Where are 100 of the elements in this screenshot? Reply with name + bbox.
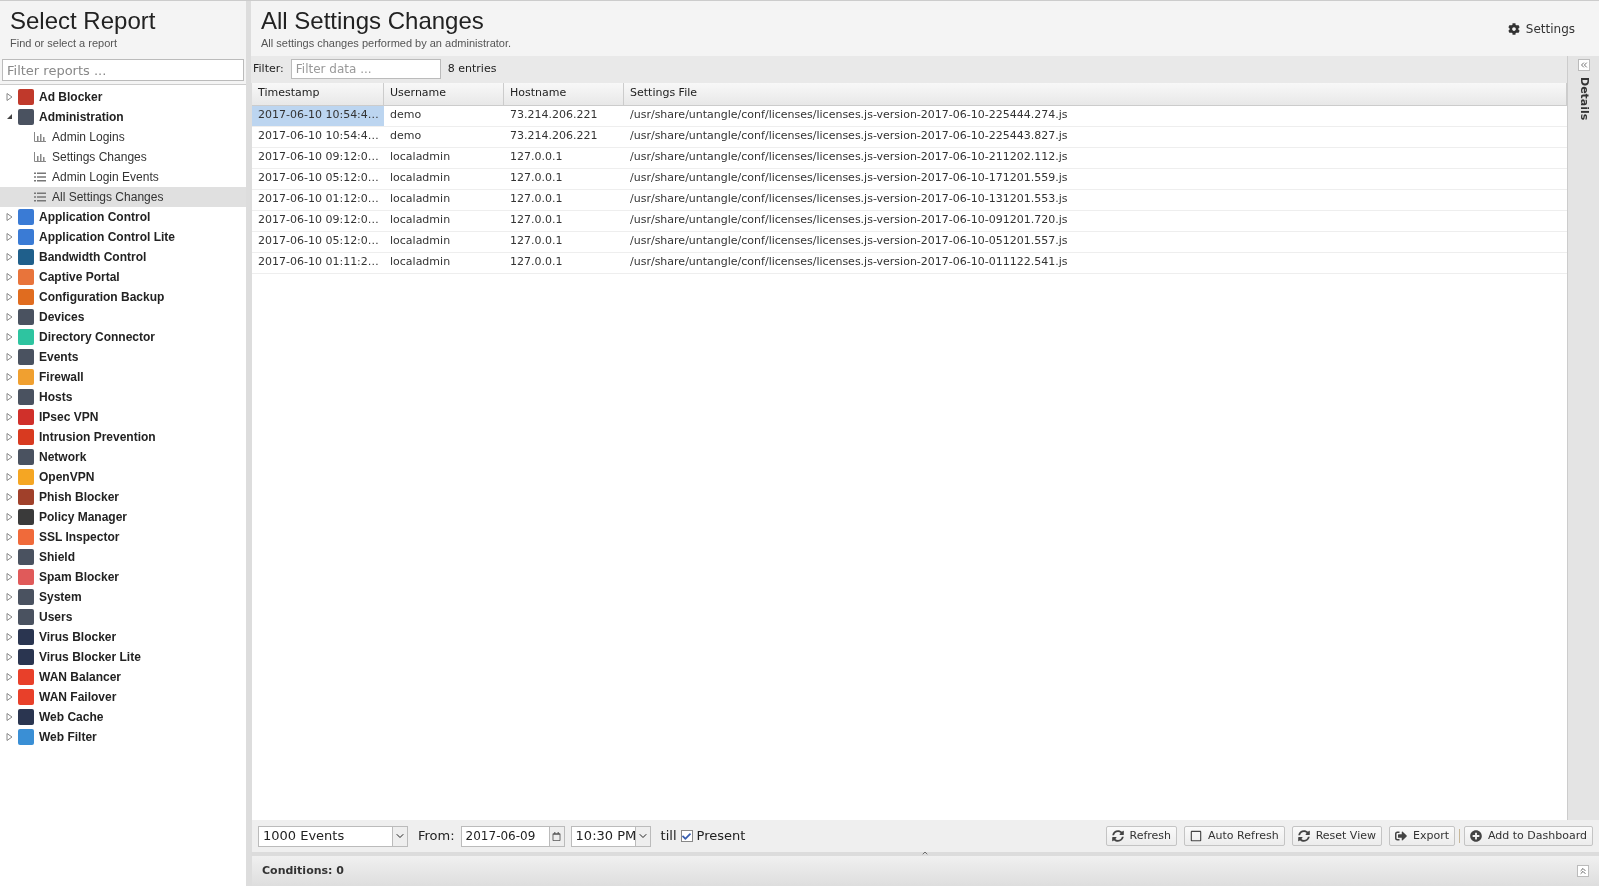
expand-triangle-icon[interactable]: [6, 632, 13, 641]
report-category-item[interactable]: Virus Blocker Lite: [0, 646, 246, 667]
category-label: Directory Connector: [39, 328, 156, 346]
table-cell-text: 127.0.0.1: [509, 170, 564, 187]
report-category-item[interactable]: Spam Blocker: [0, 566, 246, 587]
settings-button[interactable]: Settings: [1507, 20, 1575, 38]
check-icon: [682, 831, 692, 841]
toolbar-button[interactable]: Export: [1388, 826, 1455, 846]
expand-triangle-icon[interactable]: [6, 512, 13, 521]
expand-triangle-icon[interactable]: [6, 272, 13, 281]
expand-triangle-icon[interactable]: [6, 592, 13, 601]
expand-triangle-icon[interactable]: [6, 692, 13, 701]
report-category-item[interactable]: Policy Manager: [0, 506, 246, 527]
expand-triangle-icon[interactable]: [6, 232, 13, 241]
date-field[interactable]: 2017-06-09: [460, 825, 565, 847]
report-filter-field[interactable]: Filter reports ...: [2, 59, 244, 81]
sidebar-title: Select Report: [10, 7, 157, 35]
expand-triangle-icon[interactable]: [6, 652, 13, 661]
splitter-handle-icon[interactable]: [920, 849, 930, 857]
expand-triangle-icon[interactable]: [6, 532, 13, 541]
toolbar-button[interactable]: Reset View: [1291, 826, 1382, 846]
calendar-icon: [552, 831, 562, 841]
expand-triangle-icon[interactable]: [6, 552, 13, 561]
report-category-item[interactable]: Captive Portal: [0, 266, 246, 287]
report-category-item[interactable]: WAN Failover: [0, 686, 246, 707]
table-cell-text: 127.0.0.1: [509, 191, 564, 208]
category-label: Network: [39, 448, 87, 466]
report-category-item[interactable]: Firewall: [0, 366, 246, 387]
report-category-item[interactable]: Ad Blocker: [0, 86, 246, 107]
report-category-item[interactable]: Shield: [0, 546, 246, 567]
expand-triangle-icon[interactable]: [6, 292, 13, 301]
expand-triangle-icon[interactable]: [6, 392, 13, 401]
expand-triangle-icon[interactable]: [6, 572, 13, 581]
column-header[interactable]: Username: [384, 82, 504, 105]
report-category-item[interactable]: Users: [0, 606, 246, 627]
expand-triangle-icon[interactable]: [6, 312, 13, 321]
table-cell-text: 2017-06-10 05:12:0…: [257, 233, 380, 250]
expand-triangle-icon[interactable]: [6, 612, 13, 621]
expand-triangle-icon[interactable]: [6, 92, 13, 101]
report-category-item[interactable]: System: [0, 586, 246, 607]
table-cell-text: /usr/share/untangle/conf/licenses/licenses.js-version-2017-06-10-225443.827.js: [629, 128, 1069, 145]
present-checkbox[interactable]: [680, 830, 693, 842]
report-category-item[interactable]: Devices: [0, 306, 246, 327]
expand-icon[interactable]: [1577, 58, 1590, 71]
report-category-item[interactable]: OpenVPN: [0, 466, 246, 487]
report-category-item[interactable]: Network: [0, 446, 246, 467]
toolbar-button[interactable]: Refresh: [1105, 826, 1178, 846]
details-label: Details: [1576, 76, 1592, 120]
report-category-item[interactable]: Intrusion Prevention: [0, 426, 246, 447]
data-filter-field[interactable]: Filter data ...: [290, 59, 441, 79]
report-category-item[interactable]: Administration: [0, 106, 246, 127]
column-header[interactable]: Hostname: [504, 82, 624, 105]
report-category-item[interactable]: Application Control Lite: [0, 226, 246, 247]
expand-conditions-icon[interactable]: [1577, 865, 1589, 877]
report-item[interactable]: All Settings Changes: [0, 186, 246, 207]
report-label: Settings Changes: [52, 148, 147, 166]
report-item[interactable]: Admin Logins: [0, 126, 246, 147]
expand-triangle-icon[interactable]: [6, 672, 13, 681]
event-limit-dropdown[interactable]: 1000 Events: [258, 825, 408, 847]
report-category-item[interactable]: Virus Blocker: [0, 626, 246, 647]
time-dropdown[interactable]: 10:30 PM: [570, 825, 651, 847]
report-category-item[interactable]: Bandwidth Control: [0, 246, 246, 267]
report-item[interactable]: Settings Changes: [0, 146, 246, 167]
details-panel[interactable]: Details: [1567, 55, 1599, 820]
report-category-item[interactable]: Phish Blocker: [0, 486, 246, 507]
report-category-item[interactable]: Web Filter: [0, 726, 246, 747]
expand-triangle-icon[interactable]: [6, 452, 13, 461]
report-category-item[interactable]: WAN Balancer: [0, 666, 246, 687]
report-category-item[interactable]: SSL Inspector: [0, 526, 246, 547]
table-cell-text: 127.0.0.1: [509, 212, 564, 229]
column-header[interactable]: Timestamp: [252, 82, 384, 105]
expand-triangle-icon[interactable]: [6, 252, 13, 261]
report-category-item[interactable]: Web Cache: [0, 706, 246, 727]
report-category-item[interactable]: Configuration Backup: [0, 286, 246, 307]
report-category-item[interactable]: Events: [0, 346, 246, 367]
expand-triangle-icon[interactable]: [6, 332, 13, 341]
checkbox-icon: [1190, 830, 1203, 842]
expand-triangle-icon[interactable]: [6, 472, 13, 481]
report-item[interactable]: Admin Login Events: [0, 166, 246, 187]
expand-triangle-icon[interactable]: [6, 352, 13, 361]
expand-triangle-icon[interactable]: [6, 732, 13, 741]
category-label: Users: [39, 608, 73, 626]
category-label: Web Cache: [39, 708, 104, 726]
table-cell-text: 2017-06-10 09:12:0…: [257, 212, 380, 229]
report-category-item[interactable]: Hosts: [0, 386, 246, 407]
expand-triangle-icon[interactable]: [6, 412, 13, 421]
expand-triangle-icon[interactable]: [6, 372, 13, 381]
toolbar-button[interactable]: Add to Dashboard: [1464, 826, 1593, 846]
report-category-item[interactable]: IPsec VPN: [0, 406, 246, 427]
report-category-item[interactable]: Application Control: [0, 206, 246, 227]
expand-triangle-icon[interactable]: [6, 432, 13, 441]
report-subtitle: All settings changes performed by an administrator.: [261, 36, 512, 51]
table-cell-text: 2017-06-10 05:12:0…: [257, 170, 380, 187]
expand-triangle-icon[interactable]: [6, 492, 13, 501]
report-category-item[interactable]: Directory Connector: [0, 326, 246, 347]
expand-triangle-icon[interactable]: [6, 712, 13, 721]
expand-triangle-icon[interactable]: [6, 212, 13, 221]
toolbar-button[interactable]: Auto Refresh: [1184, 826, 1285, 846]
filter-label: Filter:: [253, 60, 284, 77]
collapse-triangle-icon[interactable]: [6, 113, 13, 120]
